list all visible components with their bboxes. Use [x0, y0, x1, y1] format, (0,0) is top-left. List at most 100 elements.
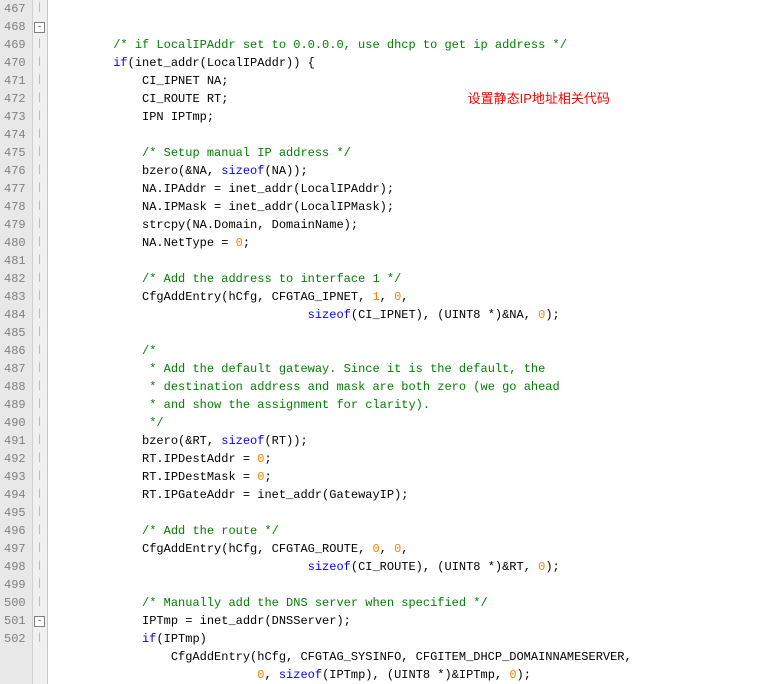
fold-marker[interactable]: | [33, 540, 47, 558]
code-line[interactable]: if(IPTmp) [56, 630, 757, 648]
fold-marker[interactable]: | [33, 594, 47, 612]
line-number: 483 [4, 288, 26, 306]
code-line[interactable]: NA.NetType = 0; [56, 234, 757, 252]
fold-marker[interactable]: | [33, 144, 47, 162]
fold-marker[interactable]: | [33, 630, 47, 648]
line-number: 469 [4, 36, 26, 54]
code-line[interactable]: sizeof(CI_ROUTE), (UINT8 *)&RT, 0); [56, 558, 757, 576]
line-number: 502 [4, 630, 26, 648]
fold-marker[interactable]: | [33, 180, 47, 198]
code-line[interactable]: 0, sizeof(IPTmp), (UINT8 *)&IPTmp, 0); [56, 666, 757, 684]
fold-marker[interactable]: | [33, 414, 47, 432]
fold-marker[interactable]: | [33, 0, 47, 18]
fold-marker[interactable]: | [33, 450, 47, 468]
line-number: 472 [4, 90, 26, 108]
code-line[interactable]: * destination address and mask are both … [56, 378, 757, 396]
code-line[interactable]: * and show the assignment for clarity). [56, 396, 757, 414]
line-number: 491 [4, 432, 26, 450]
line-number: 493 [4, 468, 26, 486]
line-number: 482 [4, 270, 26, 288]
line-number: 494 [4, 486, 26, 504]
code-line[interactable]: RT.IPDestMask = 0; [56, 468, 757, 486]
line-number: 479 [4, 216, 26, 234]
fold-marker[interactable]: | [33, 486, 47, 504]
code-line[interactable]: /* Add the route */ [56, 522, 757, 540]
code-area[interactable]: 设置静态IP地址相关代码 /* if LocalIPAddr set to 0.… [48, 0, 757, 684]
code-line[interactable]: IPTmp = inet_addr(DNSServer); [56, 612, 757, 630]
line-number: 487 [4, 360, 26, 378]
fold-column[interactable]: |-||||||||||||||||||||||||||||||||-| [33, 0, 48, 684]
code-line[interactable] [56, 252, 757, 270]
fold-marker[interactable]: | [33, 360, 47, 378]
code-line[interactable]: CfgAddEntry(hCfg, CFGTAG_IPNET, 1, 0, [56, 288, 757, 306]
line-number: 474 [4, 126, 26, 144]
line-number: 468 [4, 18, 26, 36]
code-line[interactable]: * Add the default gateway. Since it is t… [56, 360, 757, 378]
fold-marker[interactable]: | [33, 576, 47, 594]
code-line[interactable]: CI_ROUTE RT; [56, 90, 757, 108]
fold-marker[interactable]: | [33, 288, 47, 306]
code-line[interactable] [56, 504, 757, 522]
fold-marker[interactable]: | [33, 90, 47, 108]
fold-marker[interactable]: | [33, 270, 47, 288]
fold-marker[interactable]: | [33, 504, 47, 522]
code-line[interactable]: bzero(&NA, sizeof(NA)); [56, 162, 757, 180]
editor-gutter: 4674684694704714724734744754764774784794… [0, 0, 48, 684]
fold-marker[interactable]: | [33, 234, 47, 252]
code-line[interactable]: if(inet_addr(LocalIPAddr)) { [56, 54, 757, 72]
fold-marker[interactable]: | [33, 126, 47, 144]
line-number: 500 [4, 594, 26, 612]
line-number: 480 [4, 234, 26, 252]
code-line[interactable]: sizeof(CI_IPNET), (UINT8 *)&NA, 0); [56, 306, 757, 324]
fold-marker[interactable]: | [33, 72, 47, 90]
line-number: 490 [4, 414, 26, 432]
fold-collapse-icon[interactable]: - [34, 616, 45, 627]
code-line[interactable]: CfgAddEntry(hCfg, CFGTAG_SYSINFO, CFGITE… [56, 648, 757, 666]
code-line[interactable]: CfgAddEntry(hCfg, CFGTAG_ROUTE, 0, 0, [56, 540, 757, 558]
code-line[interactable]: /* Manually add the DNS server when spec… [56, 594, 757, 612]
code-line[interactable]: IPN IPTmp; [56, 108, 757, 126]
fold-marker[interactable]: | [33, 54, 47, 72]
fold-marker[interactable]: | [33, 198, 47, 216]
line-number: 497 [4, 540, 26, 558]
fold-collapse-icon[interactable]: - [34, 22, 45, 33]
code-line[interactable]: NA.IPAddr = inet_addr(LocalIPAddr); [56, 180, 757, 198]
code-line[interactable]: RT.IPGateAddr = inet_addr(GatewayIP); [56, 486, 757, 504]
line-number: 488 [4, 378, 26, 396]
code-line[interactable]: strcpy(NA.Domain, DomainName); [56, 216, 757, 234]
line-number: 486 [4, 342, 26, 360]
fold-marker[interactable]: | [33, 378, 47, 396]
fold-marker[interactable]: | [33, 558, 47, 576]
fold-marker[interactable]: - [33, 18, 47, 36]
line-number: 498 [4, 558, 26, 576]
fold-marker[interactable]: | [33, 324, 47, 342]
fold-marker[interactable]: - [33, 612, 47, 630]
code-line[interactable]: /* Add the address to interface 1 */ [56, 270, 757, 288]
fold-marker[interactable]: | [33, 342, 47, 360]
fold-marker[interactable]: | [33, 162, 47, 180]
fold-marker[interactable]: | [33, 432, 47, 450]
fold-marker[interactable]: | [33, 108, 47, 126]
fold-marker[interactable]: | [33, 36, 47, 54]
code-line[interactable] [56, 126, 757, 144]
code-line[interactable]: /* [56, 342, 757, 360]
line-number: 489 [4, 396, 26, 414]
code-line[interactable]: CI_IPNET NA; [56, 72, 757, 90]
fold-marker[interactable]: | [33, 396, 47, 414]
code-line[interactable]: /* if LocalIPAddr set to 0.0.0.0, use dh… [56, 36, 757, 54]
code-line[interactable]: bzero(&RT, sizeof(RT)); [56, 432, 757, 450]
code-line[interactable]: */ [56, 414, 757, 432]
fold-marker[interactable]: | [33, 522, 47, 540]
code-line[interactable] [56, 576, 757, 594]
line-number: 471 [4, 72, 26, 90]
fold-marker[interactable]: | [33, 252, 47, 270]
line-number-column: 4674684694704714724734744754764774784794… [0, 0, 33, 684]
code-line[interactable]: /* Setup manual IP address */ [56, 144, 757, 162]
code-line[interactable]: RT.IPDestAddr = 0; [56, 450, 757, 468]
code-line[interactable] [56, 324, 757, 342]
fold-marker[interactable]: | [33, 468, 47, 486]
fold-marker[interactable]: | [33, 306, 47, 324]
line-number: 495 [4, 504, 26, 522]
code-line[interactable]: NA.IPMask = inet_addr(LocalIPMask); [56, 198, 757, 216]
fold-marker[interactable]: | [33, 216, 47, 234]
